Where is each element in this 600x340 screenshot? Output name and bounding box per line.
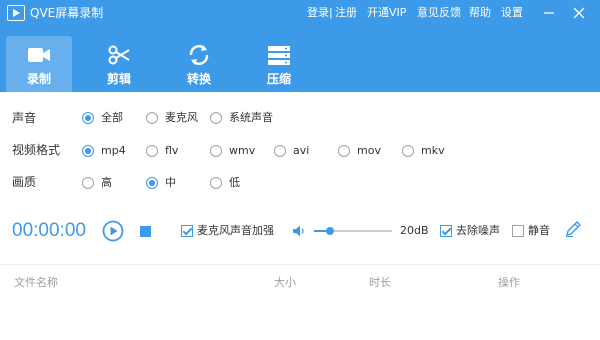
quality-label: 画质 [12, 175, 37, 189]
column-actions: 操作 [498, 276, 520, 289]
register-link[interactable]: 注册 [335, 6, 357, 20]
compress-icon [268, 46, 290, 65]
link-separator: | [329, 6, 333, 19]
mic-boost-checkbox[interactable] [181, 225, 193, 237]
divider [0, 264, 600, 265]
option-label: 全部 [101, 111, 123, 124]
app-title: QVE屏幕录制 [30, 6, 104, 20]
option-label: mov [357, 144, 381, 157]
radio-button[interactable] [146, 145, 158, 157]
video-camera-icon [28, 48, 50, 62]
speaker-icon[interactable] [292, 224, 306, 238]
convert-arrows-icon [189, 45, 209, 65]
tab-label: 压缩 [266, 72, 291, 86]
radio-button[interactable] [146, 177, 158, 189]
video-play-icon [7, 5, 25, 21]
app-window: QVE屏幕录制 登录 | 注册 开通VIP 意见反馈 帮助 设置 录制 剪辑 转… [0, 0, 600, 340]
tab-record[interactable]: 录制 [6, 36, 72, 92]
column-filename: 文件名称 [14, 276, 58, 289]
radio-button[interactable] [210, 177, 222, 189]
noise-removal-label: 去除噪声 [456, 224, 500, 237]
option-label: 高 [101, 176, 112, 189]
option-label: flv [165, 144, 179, 157]
option-label: 中 [165, 176, 176, 189]
sound-label: 声音 [12, 111, 37, 125]
radio-button[interactable] [338, 145, 350, 157]
option-label: mkv [421, 144, 445, 157]
stop-button[interactable] [140, 226, 151, 237]
minimize-icon [544, 12, 554, 14]
tab-convert[interactable]: 转换 [166, 36, 232, 92]
noise-removal-checkbox[interactable] [440, 225, 452, 237]
option-label: 麦克风 [165, 111, 198, 124]
login-link[interactable]: 登录 [307, 6, 329, 20]
settings-link[interactable]: 设置 [501, 6, 523, 20]
option-label: 低 [229, 176, 240, 189]
radio-button[interactable] [402, 145, 414, 157]
option-label: mp4 [101, 144, 126, 157]
play-icon [110, 226, 118, 236]
tab-label: 录制 [26, 72, 51, 86]
volume-db-value: 20dB [400, 224, 429, 237]
volume-slider[interactable] [314, 227, 392, 235]
option-label: wmv [229, 144, 256, 157]
volume-slider-thumb[interactable] [325, 227, 334, 235]
close-icon [573, 7, 585, 19]
radio-button[interactable] [210, 112, 222, 124]
help-link[interactable]: 帮助 [469, 6, 491, 20]
pen-icon[interactable] [564, 220, 582, 238]
title-bar: QVE屏幕录制 登录 | 注册 开通VIP 意见反馈 帮助 设置 [0, 0, 600, 28]
tab-label: 剪辑 [106, 72, 131, 86]
tab-compress[interactable]: 压缩 [246, 36, 312, 92]
recording-timer: 00:00:00 [12, 220, 86, 241]
option-label: 系统声音 [229, 111, 273, 124]
tab-edit[interactable]: 剪辑 [86, 36, 152, 92]
feedback-link[interactable]: 意见反馈 [417, 6, 461, 20]
close-button[interactable] [570, 4, 588, 22]
column-size: 大小 [274, 276, 296, 289]
radio-button[interactable] [82, 145, 94, 157]
minimize-button[interactable] [540, 4, 558, 22]
mic-boost-label: 麦克风声音加强 [197, 224, 274, 237]
mute-label: 静音 [528, 224, 550, 237]
radio-button[interactable] [82, 177, 94, 189]
header: QVE屏幕录制 登录 | 注册 开通VIP 意见反馈 帮助 设置 录制 剪辑 转… [0, 0, 600, 92]
radio-button[interactable] [146, 112, 158, 124]
tab-label: 转换 [186, 72, 211, 86]
play-button[interactable] [102, 220, 124, 242]
radio-button[interactable] [82, 112, 94, 124]
video-format-label: 视频格式 [12, 143, 61, 157]
scissors-icon [108, 45, 130, 65]
column-duration: 时长 [369, 276, 391, 289]
vip-link[interactable]: 开通VIP [367, 6, 406, 20]
mute-checkbox[interactable] [512, 225, 524, 237]
radio-button[interactable] [210, 145, 222, 157]
option-label: avi [293, 144, 310, 157]
radio-button[interactable] [274, 145, 286, 157]
